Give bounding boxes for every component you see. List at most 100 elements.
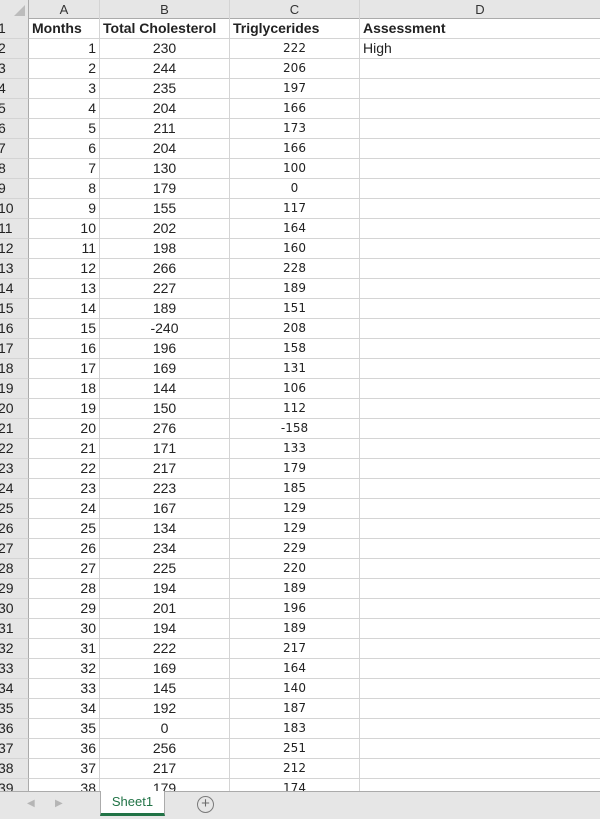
cell-months[interactable]: 19 [29,399,100,418]
cell-assessment[interactable] [360,479,600,498]
cell-total-cholesterol[interactable]: 217 [100,759,230,778]
cell-total-cholesterol[interactable]: 0 [100,719,230,738]
row-header[interactable]: 34 [0,679,29,699]
cell-total-cholesterol[interactable]: 194 [100,619,230,638]
cell-triglycerides[interactable]: 189 [230,279,360,298]
row-header[interactable]: 10 [0,199,29,219]
cell-total-cholesterol[interactable]: 202 [100,219,230,238]
cell-assessment[interactable] [360,519,600,538]
cell-triglycerides[interactable]: 100 [230,159,360,178]
cell-months[interactable]: 25 [29,519,100,538]
cell-triglycerides[interactable]: 174 [230,779,360,791]
cell-assessment[interactable] [360,239,600,258]
cell-total-cholesterol[interactable]: 179 [100,779,230,791]
column-header-d[interactable]: D [360,0,600,19]
scroll-tabs-right-icon[interactable]: ▶ [55,798,63,809]
cell-total-cholesterol[interactable]: 266 [100,259,230,278]
spreadsheet-grid[interactable]: A B C D 1 Months Total Cholesterol Trigl… [0,0,600,791]
cell-total-cholesterol[interactable]: 225 [100,559,230,578]
add-sheet-icon[interactable]: + [197,796,214,813]
cell-total-cholesterol[interactable]: 192 [100,699,230,718]
cell-triglycerides[interactable]: 158 [230,339,360,358]
cell-total-cholesterol[interactable]: 169 [100,359,230,378]
row-header[interactable]: 32 [0,639,29,659]
cell-months[interactable]: 16 [29,339,100,358]
cell-assessment[interactable] [360,419,600,438]
row-header[interactable]: 26 [0,519,29,539]
cell-assessment[interactable] [360,679,600,698]
cell-assessment[interactable] [360,59,600,78]
cell-months[interactable]: 17 [29,359,100,378]
cell-total-cholesterol[interactable]: 204 [100,99,230,118]
cell-assessment[interactable] [360,119,600,138]
row-header[interactable]: 12 [0,239,29,259]
cell-b1-total-cholesterol-header[interactable]: Total Cholesterol [100,19,230,38]
cell-assessment[interactable] [360,539,600,558]
cell-total-cholesterol[interactable]: 204 [100,139,230,158]
cell-months[interactable]: 2 [29,59,100,78]
cell-triglycerides[interactable]: 229 [230,539,360,558]
cell-triglycerides[interactable]: -158 [230,419,360,438]
select-all-button[interactable] [0,0,29,19]
cell-total-cholesterol[interactable]: 211 [100,119,230,138]
cell-total-cholesterol[interactable]: 144 [100,379,230,398]
cell-total-cholesterol[interactable]: 179 [100,179,230,198]
cell-assessment[interactable] [360,459,600,478]
cell-total-cholesterol[interactable]: 150 [100,399,230,418]
cell-triglycerides[interactable]: 196 [230,599,360,618]
cell-total-cholesterol[interactable]: 234 [100,539,230,558]
cell-months[interactable]: 35 [29,719,100,738]
cell-assessment[interactable] [360,659,600,678]
cell-assessment[interactable] [360,339,600,358]
row-header[interactable]: 30 [0,599,29,619]
cell-triglycerides[interactable]: 166 [230,139,360,158]
cell-triglycerides[interactable]: 166 [230,99,360,118]
cell-total-cholesterol[interactable]: 230 [100,39,230,58]
cell-assessment[interactable] [360,499,600,518]
cell-months[interactable]: 33 [29,679,100,698]
cell-months[interactable]: 29 [29,599,100,618]
cell-triglycerides[interactable]: 151 [230,299,360,318]
cell-triglycerides[interactable]: 208 [230,319,360,338]
cell-total-cholesterol[interactable]: 196 [100,339,230,358]
row-header[interactable]: 18 [0,359,29,379]
cell-assessment[interactable] [360,779,600,791]
row-header[interactable]: 2 [0,39,29,59]
cell-months[interactable]: 23 [29,479,100,498]
cell-total-cholesterol[interactable]: 171 [100,439,230,458]
cell-triglycerides[interactable]: 112 [230,399,360,418]
cell-months[interactable]: 10 [29,219,100,238]
cell-total-cholesterol[interactable]: 217 [100,459,230,478]
cell-months[interactable]: 6 [29,139,100,158]
column-header-c[interactable]: C [230,0,360,19]
row-header[interactable]: 19 [0,379,29,399]
cell-triglycerides[interactable]: 187 [230,699,360,718]
cell-triglycerides[interactable]: 197 [230,79,360,98]
cell-triglycerides[interactable]: 217 [230,639,360,658]
cell-assessment[interactable] [360,619,600,638]
cell-assessment[interactable] [360,559,600,578]
row-header[interactable]: 4 [0,79,29,99]
cell-total-cholesterol[interactable]: 145 [100,679,230,698]
cell-total-cholesterol[interactable]: 194 [100,579,230,598]
row-header[interactable]: 1 [0,19,29,39]
cell-total-cholesterol[interactable]: 276 [100,419,230,438]
row-header[interactable]: 5 [0,99,29,119]
cell-assessment[interactable] [360,699,600,718]
cell-total-cholesterol[interactable]: -240 [100,319,230,338]
cell-total-cholesterol[interactable]: 227 [100,279,230,298]
cell-total-cholesterol[interactable]: 201 [100,599,230,618]
cell-months[interactable]: 26 [29,539,100,558]
row-header[interactable]: 25 [0,499,29,519]
cell-triglycerides[interactable]: 129 [230,499,360,518]
scroll-tabs-left-icon[interactable]: ◀ [27,798,35,809]
cell-months[interactable]: 9 [29,199,100,218]
cell-triglycerides[interactable]: 133 [230,439,360,458]
cell-assessment[interactable] [360,399,600,418]
cell-triglycerides[interactable]: 206 [230,59,360,78]
cell-total-cholesterol[interactable]: 223 [100,479,230,498]
cell-months[interactable]: 8 [29,179,100,198]
cell-total-cholesterol[interactable]: 167 [100,499,230,518]
cell-assessment[interactable] [360,379,600,398]
cell-triglycerides[interactable]: 189 [230,579,360,598]
